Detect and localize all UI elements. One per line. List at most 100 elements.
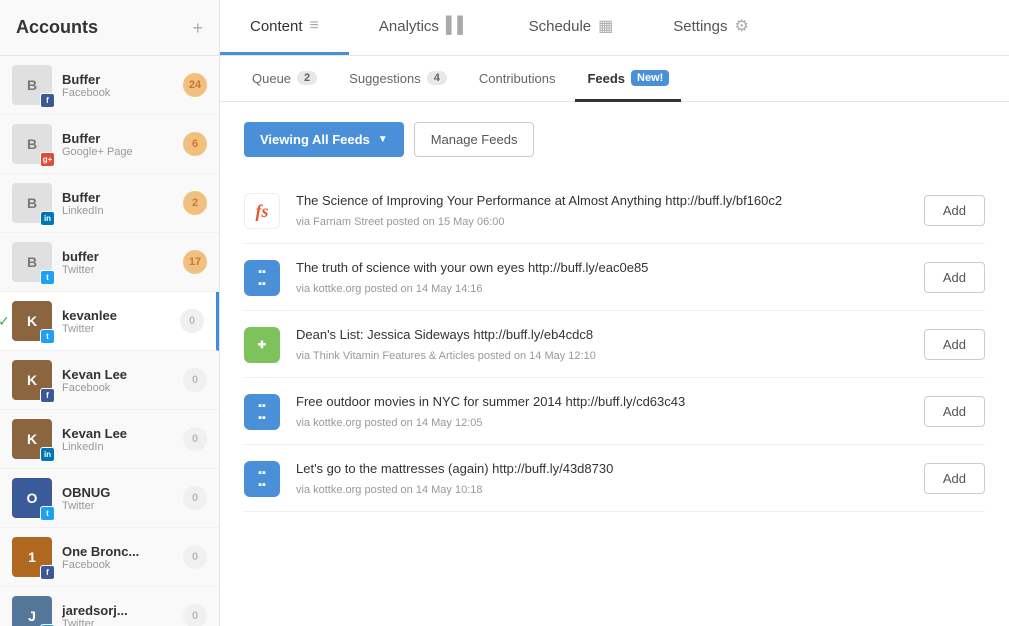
feed-text: The truth of science with your own eyes … <box>296 258 908 278</box>
feed-body: The truth of science with your own eyes … <box>296 258 908 295</box>
account-name: Buffer <box>62 72 183 87</box>
social-badge-tw: t <box>40 506 55 521</box>
account-info: Buffer Facebook <box>62 72 183 99</box>
add-to-queue-button[interactable]: Add <box>924 262 985 293</box>
account-avatar: O t <box>12 478 52 518</box>
social-badge-tw: t <box>40 270 55 285</box>
feed-body: The Science of Improving Your Performanc… <box>296 191 908 228</box>
sidebar-item-buffer-fb[interactable]: B f Buffer Facebook 24 <box>0 56 219 115</box>
feed-meta: via kottke.org posted on 14 May 10:18 <box>296 484 908 496</box>
account-platform: Google+ Page <box>62 146 183 158</box>
sub-tab-queue[interactable]: Queue2 <box>240 57 329 102</box>
account-info: Buffer Google+ Page <box>62 131 183 158</box>
nav-tab-analytics[interactable]: Analytics ▌▌ <box>349 0 499 55</box>
account-info: Buffer LinkedIn <box>62 190 183 217</box>
sub-tab-label: Contributions <box>479 71 556 86</box>
account-platform: LinkedIn <box>62 441 183 453</box>
feed-text: The Science of Improving Your Performanc… <box>296 191 908 211</box>
feed-meta: via Farnam Street posted on 15 May 06:00 <box>296 216 908 228</box>
dropdown-arrow-icon: ▼ <box>378 134 388 145</box>
account-platform: Facebook <box>62 559 183 571</box>
analytics-icon: ▌▌ <box>446 17 469 35</box>
account-info: OBNUG Twitter <box>62 485 183 512</box>
add-account-button[interactable]: + <box>192 19 203 37</box>
feed-meta: via Think Vitamin Features & Articles po… <box>296 350 908 362</box>
social-badge-fb: f <box>40 93 55 108</box>
account-count-badge: 2 <box>183 191 207 215</box>
feed-meta: via kottke.org posted on 14 May 12:05 <box>296 417 908 429</box>
sub-tab-label: Queue <box>252 71 291 86</box>
kottke-source-icon: ▪▪▪▪ <box>244 461 280 497</box>
account-platform: LinkedIn <box>62 205 183 217</box>
feed-item: ▪▪▪▪ Free outdoor movies in NYC for summ… <box>244 378 985 445</box>
account-name: One Bronc... <box>62 544 183 559</box>
feed-body: Dean's List: Jessica Sideways http://buf… <box>296 325 908 362</box>
account-info: Kevan Lee LinkedIn <box>62 426 183 453</box>
schedule-label: Schedule <box>529 18 592 35</box>
add-to-queue-button[interactable]: Add <box>924 463 985 494</box>
add-to-queue-button[interactable]: Add <box>924 195 985 226</box>
account-info: buffer Twitter <box>62 249 183 276</box>
schedule-icon: ▦ <box>598 16 613 36</box>
viewing-all-feeds-button[interactable]: Viewing All Feeds ▼ <box>244 122 404 157</box>
account-info: One Bronc... Facebook <box>62 544 183 571</box>
social-badge-gplus: g+ <box>40 152 55 167</box>
active-check-icon: ✓ <box>0 313 10 330</box>
add-to-queue-button[interactable]: Add <box>924 396 985 427</box>
account-avatar: K in <box>12 419 52 459</box>
manage-feeds-button[interactable]: Manage Feeds <box>414 122 535 157</box>
nav-tab-content[interactable]: Content ≡ <box>220 0 349 55</box>
sidebar-title: Accounts <box>16 17 98 38</box>
analytics-label: Analytics <box>379 18 439 35</box>
fs-source-icon: fs <box>244 193 280 229</box>
account-name: jaredsorj... <box>62 603 183 618</box>
social-badge-li: in <box>40 447 55 462</box>
account-platform: Facebook <box>62 382 183 394</box>
feed-item: ▪▪▪▪ Let's go to the mattresses (again) … <box>244 445 985 512</box>
sidebar-item-buffer-gp[interactable]: B g+ Buffer Google+ Page 6 <box>0 115 219 174</box>
sub-tab-contributions[interactable]: Contributions <box>467 57 568 102</box>
sub-tab-suggestions[interactable]: Suggestions4 <box>337 57 459 102</box>
nav-tab-settings[interactable]: Settings ⚙ <box>643 0 779 55</box>
account-avatar: K t <box>12 301 52 341</box>
account-name: Kevan Lee <box>62 367 183 382</box>
feeds-list: fs The Science of Improving Your Perform… <box>244 177 985 512</box>
sidebar-item-buffer-li[interactable]: B in Buffer LinkedIn 2 <box>0 174 219 233</box>
nav-tab-schedule[interactable]: Schedule ▦ <box>499 0 644 55</box>
sub-tab-label: Suggestions <box>349 71 421 86</box>
account-count-badge: 0 <box>180 309 204 333</box>
account-platform: Twitter <box>62 264 183 276</box>
feed-body: Let's go to the mattresses (again) http:… <box>296 459 908 496</box>
account-avatar: B g+ <box>12 124 52 164</box>
viewing-label: Viewing All Feeds <box>260 132 370 147</box>
account-name: Buffer <box>62 190 183 205</box>
sidebar: Accounts + B f Buffer Facebook 24 B g+ B… <box>0 0 220 626</box>
account-name: Buffer <box>62 131 183 146</box>
new-badge: New! <box>631 70 669 86</box>
sub-tab-feeds[interactable]: FeedsNew! <box>575 57 681 102</box>
settings-icon: ⚙ <box>734 16 748 36</box>
feed-body: Free outdoor movies in NYC for summer 20… <box>296 392 908 429</box>
sidebar-item-jaredsorb-tw[interactable]: J t jaredsorj... Twitter 0 <box>0 587 219 626</box>
sidebar-item-obnug-tw[interactable]: O t OBNUG Twitter 0 <box>0 469 219 528</box>
account-list: B f Buffer Facebook 24 B g+ Buffer Googl… <box>0 56 219 626</box>
sidebar-item-onebronc-fb[interactable]: 1 f One Bronc... Facebook 0 <box>0 528 219 587</box>
sidebar-item-buffer-tw[interactable]: B t buffer Twitter 17 <box>0 233 219 292</box>
account-avatar: J t <box>12 596 52 626</box>
sidebar-item-kevanlee-tw[interactable]: ✓ K t kevanlee Twitter 0 <box>0 292 219 351</box>
account-avatar: B t <box>12 242 52 282</box>
top-nav: Content ≡Analytics ▌▌Schedule ▦Settings … <box>220 0 1009 56</box>
feed-item: fs The Science of Improving Your Perform… <box>244 177 985 244</box>
add-to-queue-button[interactable]: Add <box>924 329 985 360</box>
sidebar-item-kevanlee-li[interactable]: K in Kevan Lee LinkedIn 0 <box>0 410 219 469</box>
social-badge-fb: f <box>40 388 55 403</box>
account-platform: Twitter <box>62 500 183 512</box>
account-avatar: B in <box>12 183 52 223</box>
social-badge-fb: f <box>40 565 55 580</box>
sidebar-item-kevanlee-fb[interactable]: K f Kevan Lee Facebook 0 <box>0 351 219 410</box>
settings-label: Settings <box>673 18 727 35</box>
account-count-badge: 17 <box>183 250 207 274</box>
account-avatar: B f <box>12 65 52 105</box>
feed-text: Free outdoor movies in NYC for summer 20… <box>296 392 908 412</box>
feed-text: Dean's List: Jessica Sideways http://buf… <box>296 325 908 345</box>
